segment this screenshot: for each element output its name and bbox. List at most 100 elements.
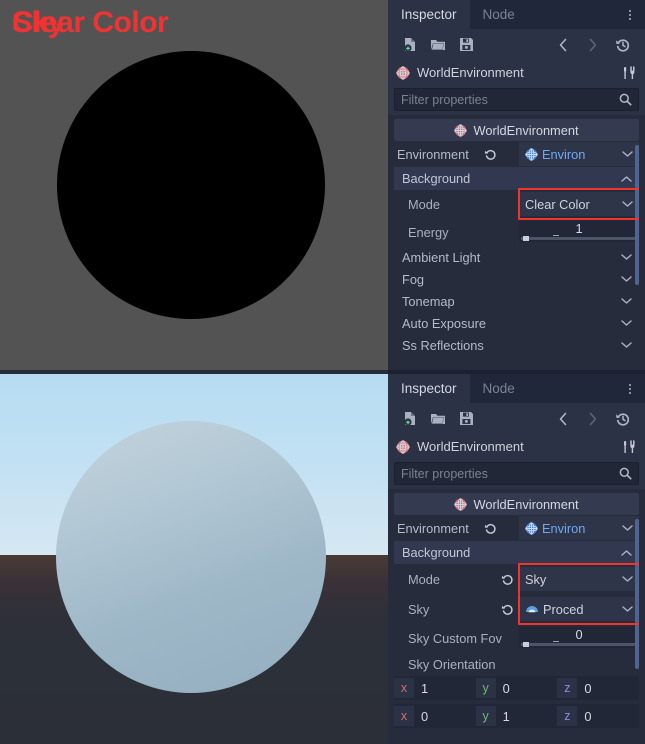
- energy-spin-slider[interactable]: 1: [519, 220, 639, 242]
- subsection-auto-exposure[interactable]: Auto Exposure: [394, 312, 639, 334]
- chevron-down-icon[interactable]: [621, 341, 632, 349]
- revert-icon[interactable]: [481, 522, 501, 535]
- sky-custom-fov-spin-slider[interactable]: 0: [519, 626, 639, 648]
- axis-x-badge: x: [394, 706, 414, 726]
- history-previous-icon[interactable]: [549, 406, 577, 432]
- history-revert-icon[interactable]: [609, 32, 637, 58]
- tab-inspector-bottom[interactable]: Inspector: [388, 374, 470, 403]
- search-icon[interactable]: [619, 467, 632, 480]
- axis-y-value: 1: [502, 708, 510, 724]
- node-name-bottom: WorldEnvironment: [417, 439, 524, 454]
- vector-field-x[interactable]: x 0: [394, 706, 476, 726]
- property-row-energy[interactable]: Energy 1: [394, 218, 639, 246]
- sky-custom-fov-slider-track[interactable]: [521, 642, 637, 647]
- property-row-sky-custom-fov[interactable]: Sky Custom Fov 0: [394, 624, 639, 652]
- property-list-bottom: Environment Environ Background Mode Sky …: [394, 515, 639, 744]
- tab-node-bottom[interactable]: Node: [470, 374, 528, 403]
- object-tools-icon[interactable]: [622, 65, 637, 80]
- class-header-top[interactable]: WorldEnvironment: [394, 119, 639, 141]
- subsection-ambient-light[interactable]: Ambient Light: [394, 246, 639, 268]
- chevron-down-icon[interactable]: [621, 275, 632, 283]
- mode-value-dropdown-top[interactable]: Clear Color: [519, 192, 639, 216]
- object-tools-icon[interactable]: [622, 439, 637, 454]
- kebab-menu-icon[interactable]: [621, 0, 639, 29]
- vector-row-1[interactable]: x 1 y 0 z 0: [394, 676, 639, 700]
- axis-z-badge: z: [557, 706, 578, 726]
- sky-value-dropdown[interactable]: Proced: [519, 597, 639, 621]
- environment-value-text: Environ: [542, 146, 586, 162]
- new-resource-icon[interactable]: [396, 406, 424, 432]
- world-environment-icon: [396, 439, 410, 454]
- subsection-label-ambient-light: Ambient Light: [402, 249, 481, 265]
- sky-custom-fov-value: 0: [519, 626, 639, 643]
- energy-slider-knob[interactable]: [523, 236, 529, 241]
- chevron-down-icon[interactable]: [621, 297, 632, 305]
- property-scrollbar-bottom[interactable]: [635, 515, 639, 744]
- sky-custom-fov-slider-knob[interactable]: [523, 642, 529, 647]
- vector-row-2[interactable]: x 0 y 1 z 0: [394, 704, 639, 728]
- revert-icon[interactable]: [497, 603, 517, 616]
- property-label-environment: Environment: [397, 520, 469, 536]
- new-resource-icon[interactable]: [396, 32, 424, 58]
- property-scrollbar-top[interactable]: [635, 141, 639, 370]
- filter-properties-box-bottom[interactable]: [394, 462, 639, 485]
- save-icon[interactable]: [452, 406, 480, 432]
- class-header-bottom[interactable]: WorldEnvironment: [394, 493, 639, 515]
- search-input-bottom[interactable]: [401, 466, 615, 481]
- tab-node-label: Node: [482, 381, 515, 396]
- axis-z-value: 0: [584, 680, 592, 696]
- sphere-preview-sky: [56, 421, 326, 693]
- environment-value-dropdown[interactable]: Environ: [519, 142, 639, 166]
- tab-node-top[interactable]: Node: [470, 0, 528, 29]
- chevron-down-icon[interactable]: [622, 150, 633, 158]
- subsection-ss-reflections[interactable]: Ss Reflections: [394, 334, 639, 356]
- subsection-tonemap[interactable]: Tonemap: [394, 290, 639, 312]
- chevron-down-icon[interactable]: [622, 524, 633, 532]
- history-revert-icon[interactable]: [609, 406, 637, 432]
- chevron-up-icon[interactable]: [621, 175, 632, 183]
- environment-value-dropdown[interactable]: Environ: [519, 516, 639, 540]
- filter-properties-box-top[interactable]: [394, 88, 639, 111]
- open-folder-icon[interactable]: [424, 32, 452, 58]
- property-row-sky[interactable]: Sky Proced: [394, 594, 639, 625]
- chevron-down-icon[interactable]: [622, 575, 633, 583]
- section-background-top[interactable]: Background: [394, 167, 639, 190]
- vector-field-z[interactable]: z 0: [557, 678, 639, 698]
- save-icon[interactable]: [452, 32, 480, 58]
- viewport-clear-color[interactable]: Clear Color: [0, 0, 388, 370]
- property-row-environment[interactable]: Environment Environ: [394, 515, 639, 541]
- vector-field-y[interactable]: y 1: [475, 706, 558, 726]
- search-icon[interactable]: [619, 93, 632, 106]
- environment-icon: [525, 521, 538, 535]
- tab-inspector-label: Inspector: [401, 381, 457, 396]
- energy-slider-track[interactable]: [521, 236, 637, 241]
- history-next-icon[interactable]: [579, 32, 607, 58]
- viewport-sky[interactable]: [0, 370, 388, 744]
- revert-icon[interactable]: [497, 573, 517, 586]
- subsection-fog[interactable]: Fog: [394, 268, 639, 290]
- tab-inspector-top[interactable]: Inspector: [388, 0, 470, 29]
- world-environment-icon: [454, 123, 468, 137]
- vector-field-x[interactable]: x 1: [394, 678, 476, 698]
- open-folder-icon[interactable]: [424, 406, 452, 432]
- history-previous-icon[interactable]: [549, 32, 577, 58]
- property-row-environment[interactable]: Environment Environ: [394, 141, 639, 167]
- search-input-top[interactable]: [401, 92, 615, 107]
- filter-wrap-bottom: [388, 459, 645, 489]
- chevron-down-icon[interactable]: [621, 319, 632, 327]
- kebab-menu-icon[interactable]: [621, 374, 639, 403]
- property-row-mode-top[interactable]: Mode Clear Color: [394, 188, 639, 220]
- vector-field-z[interactable]: z 0: [557, 706, 639, 726]
- chevron-down-icon[interactable]: [621, 253, 632, 261]
- vector-field-y[interactable]: y 0: [475, 678, 558, 698]
- axis-z-value: 0: [584, 708, 592, 724]
- property-label-sky: Sky: [408, 601, 430, 617]
- chevron-down-icon[interactable]: [622, 200, 633, 208]
- mode-value-dropdown-bottom[interactable]: Sky: [519, 567, 639, 591]
- chevron-down-icon[interactable]: [622, 605, 633, 613]
- chevron-up-icon[interactable]: [621, 549, 632, 557]
- revert-icon[interactable]: [481, 148, 501, 161]
- section-background-bottom[interactable]: Background: [394, 541, 639, 564]
- history-next-icon[interactable]: [579, 406, 607, 432]
- property-row-mode-bottom[interactable]: Mode Sky: [394, 563, 639, 594]
